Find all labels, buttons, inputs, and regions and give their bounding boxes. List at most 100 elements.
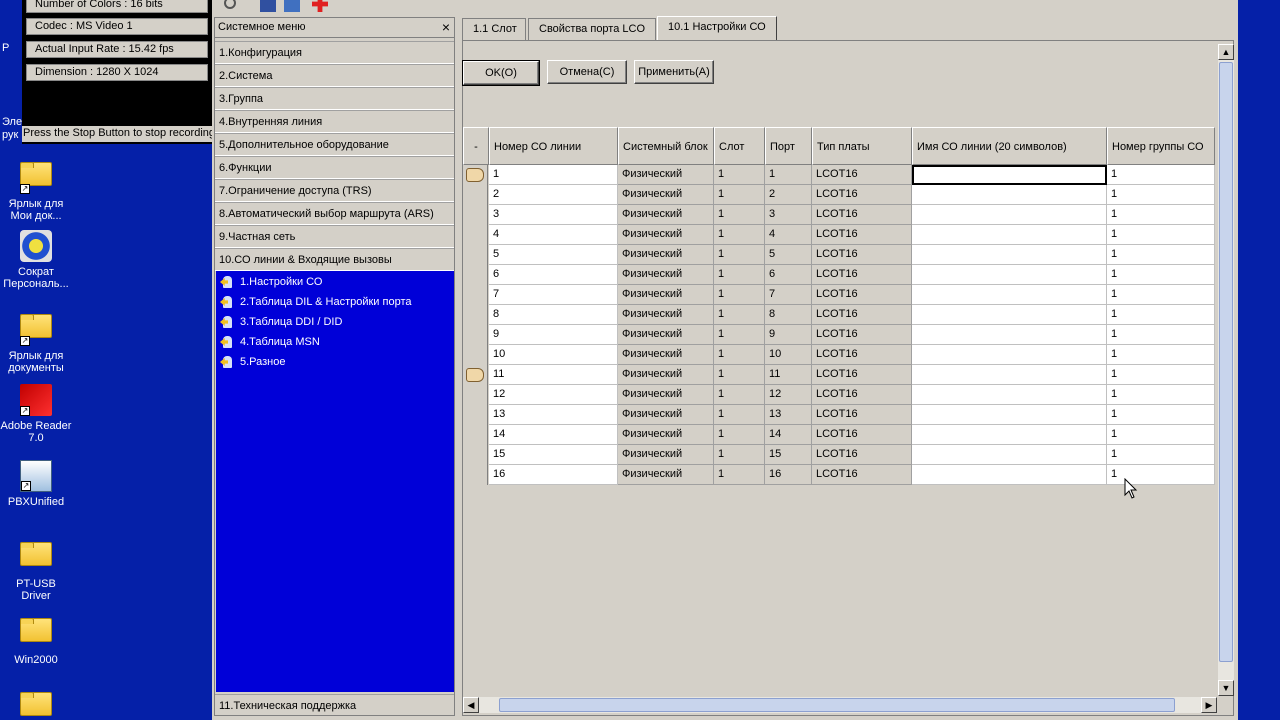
cell-co-group[interactable]: 1 — [1107, 265, 1215, 285]
cell-system-block[interactable]: Физический — [618, 365, 714, 385]
cell-system-block[interactable]: Физический — [618, 185, 714, 205]
cell-co-number[interactable]: 8 — [489, 305, 618, 325]
cell-port[interactable]: 15 — [765, 445, 812, 465]
cell-board-type[interactable]: LCOT16 — [812, 285, 912, 305]
cell-co-group[interactable]: 1 — [1107, 245, 1215, 265]
cell-co-group[interactable]: 1 — [1107, 445, 1215, 465]
cell-board-type[interactable]: LCOT16 — [812, 205, 912, 225]
menu-item-tech-support[interactable]: 11.Техническая поддержка — [215, 694, 454, 717]
desktop-icon-sokrat[interactable]: Сократ Персональ... — [0, 230, 72, 290]
cell-board-type[interactable]: LCOT16 — [812, 465, 912, 485]
close-icon[interactable]: × — [442, 20, 450, 34]
cell-co-name[interactable] — [912, 405, 1107, 425]
cell-co-group[interactable]: 1 — [1107, 425, 1215, 445]
tab-co-settings[interactable]: 10.1 Настройки СО — [657, 16, 777, 40]
tab-lco-port-properties[interactable]: Свойства порта LCO — [528, 18, 656, 40]
cell-system-block[interactable]: Физический — [618, 225, 714, 245]
cell-port[interactable]: 4 — [765, 225, 812, 245]
cell-co-name[interactable] — [912, 285, 1107, 305]
cell-co-name[interactable] — [912, 265, 1107, 285]
submenu-item-co-settings[interactable]: 1.Настройки СО — [220, 273, 322, 291]
row-header[interactable] — [463, 465, 488, 485]
apply-button[interactable]: Применить(A) — [634, 60, 714, 84]
row-header[interactable] — [463, 325, 488, 345]
desktop-icon-my-docs[interactable]: ↗ Ярлык для Мои док... — [0, 156, 72, 222]
cell-co-group[interactable]: 1 — [1107, 165, 1215, 185]
cell-co-group[interactable]: 1 — [1107, 305, 1215, 325]
desktop-icon-adobe-reader[interactable]: ↗ Adobe Reader 7.0 — [0, 384, 72, 444]
cell-slot[interactable]: 1 — [714, 345, 765, 365]
row-header[interactable] — [463, 265, 488, 285]
cell-system-block[interactable]: Физический — [618, 245, 714, 265]
horizontal-scrollbar[interactable]: ◀ ▶ — [463, 697, 1217, 713]
row-header[interactable] — [463, 445, 488, 465]
menu-item-features[interactable]: 6.Функции — [215, 156, 454, 179]
scroll-thumb[interactable] — [499, 698, 1175, 712]
cell-co-name[interactable] — [912, 185, 1107, 205]
cell-slot[interactable]: 1 — [714, 165, 765, 185]
row-header[interactable] — [463, 225, 488, 245]
row-header[interactable] — [463, 185, 488, 205]
cell-co-name[interactable] — [912, 225, 1107, 245]
cell-port[interactable]: 3 — [765, 205, 812, 225]
row-header[interactable] — [463, 365, 488, 385]
row-header[interactable] — [463, 385, 488, 405]
submenu-item-msn-table[interactable]: 4.Таблица MSN — [220, 333, 320, 351]
cell-port[interactable]: 13 — [765, 405, 812, 425]
cell-co-number[interactable]: 16 — [489, 465, 618, 485]
menu-item-system[interactable]: 2.Система — [215, 64, 454, 87]
cell-system-block[interactable]: Физический — [618, 265, 714, 285]
cell-board-type[interactable]: LCOT16 — [812, 325, 912, 345]
cell-port[interactable]: 12 — [765, 385, 812, 405]
row-header[interactable] — [463, 345, 488, 365]
menu-item-private-network[interactable]: 9.Частная сеть — [215, 225, 454, 248]
cell-co-group[interactable]: 1 — [1107, 185, 1215, 205]
cell-port[interactable]: 9 — [765, 325, 812, 345]
submenu-item-dil-table[interactable]: 2.Таблица DIL & Настройки порта — [220, 293, 412, 311]
cell-system-block[interactable]: Физический — [618, 425, 714, 445]
row-header[interactable] — [463, 205, 488, 225]
ok-button[interactable]: OK(O) — [462, 60, 540, 86]
cell-port[interactable]: 6 — [765, 265, 812, 285]
cell-co-group[interactable]: 1 — [1107, 285, 1215, 305]
desktop-icon-folder[interactable] — [0, 686, 72, 720]
cell-co-name[interactable] — [912, 205, 1107, 225]
cell-port[interactable]: 16 — [765, 465, 812, 485]
cell-co-number[interactable]: 11 — [489, 365, 618, 385]
cell-port[interactable]: 10 — [765, 345, 812, 365]
cell-co-group[interactable]: 1 — [1107, 385, 1215, 405]
cell-co-number[interactable]: 6 — [489, 265, 618, 285]
row-header[interactable] — [463, 425, 488, 445]
cell-slot[interactable]: 1 — [714, 445, 765, 465]
cell-co-number[interactable]: 10 — [489, 345, 618, 365]
cell-system-block[interactable]: Физический — [618, 405, 714, 425]
cell-co-group[interactable]: 1 — [1107, 325, 1215, 345]
cell-system-block[interactable]: Физический — [618, 165, 714, 185]
cell-board-type[interactable]: LCOT16 — [812, 225, 912, 245]
user-icon[interactable] — [284, 0, 300, 12]
scroll-left-icon[interactable]: ◀ — [463, 697, 479, 713]
cell-co-name[interactable] — [912, 465, 1107, 485]
cell-port[interactable]: 2 — [765, 185, 812, 205]
cell-board-type[interactable]: LCOT16 — [812, 165, 912, 185]
cell-co-name[interactable] — [912, 165, 1107, 185]
cell-slot[interactable]: 1 — [714, 325, 765, 345]
cell-co-name[interactable] — [912, 445, 1107, 465]
cell-slot[interactable]: 1 — [714, 425, 765, 445]
row-header[interactable] — [463, 305, 488, 325]
cell-system-block[interactable]: Физический — [618, 305, 714, 325]
cell-board-type[interactable]: LCOT16 — [812, 345, 912, 365]
cell-co-name[interactable] — [912, 245, 1107, 265]
scroll-up-icon[interactable]: ▲ — [1218, 44, 1234, 60]
menu-item-optional-device[interactable]: 5.Дополнительное оборудование — [215, 133, 454, 156]
cell-co-name[interactable] — [912, 365, 1107, 385]
cell-co-number[interactable]: 13 — [489, 405, 618, 425]
desktop-icon-pbxunified[interactable]: ↗ PBXUnified — [0, 460, 72, 508]
cell-co-number[interactable]: 14 — [489, 425, 618, 445]
cell-slot[interactable]: 1 — [714, 245, 765, 265]
cell-board-type[interactable]: LCOT16 — [812, 365, 912, 385]
cell-system-block[interactable]: Физический — [618, 325, 714, 345]
cell-slot[interactable]: 1 — [714, 465, 765, 485]
cell-co-group[interactable]: 1 — [1107, 225, 1215, 245]
menu-item-co-lines[interactable]: 10.СО линии & Входящие вызовы — [215, 248, 454, 271]
